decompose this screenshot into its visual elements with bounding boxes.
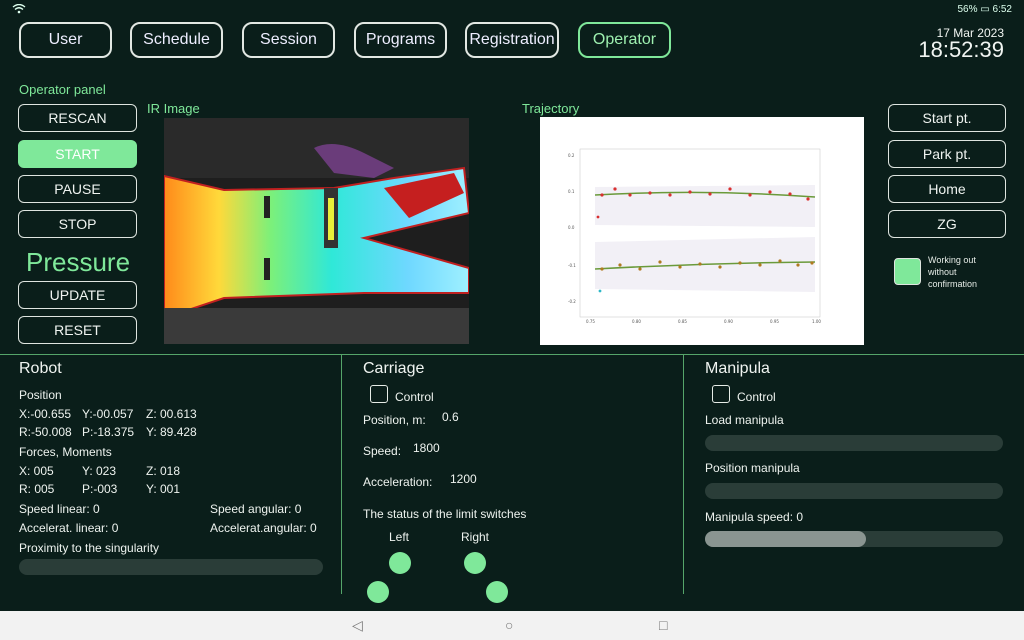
battery-icon: ▭ bbox=[980, 4, 990, 15]
divider-horizontal bbox=[0, 354, 1024, 355]
load-manipula-bar bbox=[705, 435, 1003, 451]
operator-panel-label: Operator panel bbox=[19, 82, 106, 97]
robot-yaw: Y: 89.428 bbox=[146, 425, 197, 439]
carriage-accel-value[interactable]: 1200 bbox=[450, 472, 477, 486]
svg-text:0.75: 0.75 bbox=[586, 319, 595, 324]
battery-percent: 56% bbox=[957, 4, 978, 15]
tab-session[interactable]: Session bbox=[242, 22, 335, 58]
manipula-control-label: Control bbox=[737, 390, 776, 404]
rescan-button[interactable]: RESCAN bbox=[18, 104, 137, 132]
pressure-label: Pressure bbox=[26, 247, 131, 277]
speed-angular: Speed angular: 0 bbox=[210, 502, 302, 516]
trajectory-plot: 0.2 0.1 0.0 -0.1 -0.2 0.75 0.80 0.85 0.90 0.95… bbox=[540, 117, 864, 345]
svg-text:0.90: 0.90 bbox=[724, 319, 733, 324]
manipula-speed-slider[interactable] bbox=[705, 531, 1003, 547]
svg-text:0.80: 0.80 bbox=[632, 319, 641, 324]
force-x: X: 005 bbox=[19, 464, 54, 478]
tab-schedule[interactable]: Schedule bbox=[130, 22, 223, 58]
tab-programs[interactable]: Programs bbox=[354, 22, 447, 58]
svg-text:0.95: 0.95 bbox=[770, 319, 779, 324]
carriage-speed-value[interactable]: 1800 bbox=[413, 441, 440, 455]
home-circle-icon[interactable]: ○ bbox=[505, 617, 513, 633]
tab-user[interactable]: User bbox=[19, 22, 112, 58]
moment-r: R: 005 bbox=[19, 482, 55, 496]
park-point-button[interactable]: Park pt. bbox=[888, 140, 1006, 168]
clock-time: 18:52:39 bbox=[918, 37, 1004, 62]
svg-text:-0.2: -0.2 bbox=[568, 299, 576, 304]
ir-image-label: IR Image bbox=[147, 101, 200, 116]
robot-r: R:-50.008 bbox=[19, 425, 72, 439]
forces-label: Forces, Moments bbox=[19, 445, 112, 459]
limit-left-bottom-indicator bbox=[367, 581, 389, 603]
ir-image bbox=[164, 118, 469, 344]
tab-registration[interactable]: Registration bbox=[465, 22, 559, 58]
svg-text:0.2: 0.2 bbox=[568, 153, 575, 158]
home-button[interactable]: Home bbox=[888, 175, 1006, 203]
working-out-toggle[interactable] bbox=[894, 258, 921, 285]
limit-right-bottom-indicator bbox=[486, 581, 508, 603]
carriage-speed-label: Speed: bbox=[363, 444, 402, 458]
position-manipula-label: Position manipula bbox=[705, 461, 800, 475]
accel-angular: Accelerat.angular: 0 bbox=[210, 521, 317, 535]
trajectory-label: Trajectory bbox=[522, 101, 580, 116]
robot-title: Robot bbox=[19, 360, 62, 377]
tab-operator[interactable]: Operator bbox=[578, 22, 671, 58]
limit-left-top-indicator bbox=[389, 552, 411, 574]
carriage-control-checkbox[interactable] bbox=[370, 385, 388, 403]
working-out-label: Working out without confirmation bbox=[928, 255, 978, 289]
moment-p: P:-003 bbox=[82, 482, 118, 496]
wifi-icon bbox=[12, 3, 26, 17]
limit-right-top-indicator bbox=[464, 552, 486, 574]
stop-button[interactable]: STOP bbox=[18, 210, 137, 238]
robot-p: P:-18.375 bbox=[82, 425, 135, 439]
svg-text:1.00: 1.00 bbox=[812, 319, 821, 324]
load-manipula-label: Load manipula bbox=[705, 413, 784, 427]
limit-right-label: Right bbox=[461, 530, 490, 544]
robot-x: X:-00.655 bbox=[19, 407, 72, 421]
limit-left-label: Left bbox=[389, 530, 410, 544]
start-button[interactable]: START bbox=[18, 140, 137, 168]
pause-button[interactable]: PAUSE bbox=[18, 175, 137, 203]
carriage-position-value[interactable]: 0.6 bbox=[442, 410, 459, 424]
force-y: Y: 023 bbox=[82, 464, 117, 478]
robot-z: Z: 00.613 bbox=[146, 407, 197, 421]
recents-icon[interactable]: □ bbox=[659, 617, 667, 633]
robot-position-label: Position bbox=[19, 388, 62, 402]
carriage-control-label: Control bbox=[395, 390, 434, 404]
clock: 17 Mar 2023 18:52:39 bbox=[918, 26, 1004, 62]
zg-button[interactable]: ZG bbox=[888, 210, 1006, 238]
reset-button[interactable]: RESET bbox=[18, 316, 137, 344]
force-z: Z: 018 bbox=[146, 464, 181, 478]
proximity-label: Proximity to the singularity bbox=[19, 541, 160, 555]
divider-right bbox=[683, 354, 684, 594]
proximity-bar bbox=[19, 559, 323, 575]
moment-y: Y: 001 bbox=[146, 482, 181, 496]
divider-left bbox=[341, 354, 342, 594]
limit-switches-label: The status of the limit switches bbox=[363, 507, 527, 521]
back-icon[interactable]: ◁ bbox=[352, 617, 363, 634]
robot-y: Y:-00.057 bbox=[82, 407, 134, 421]
manipula-control-checkbox[interactable] bbox=[712, 385, 730, 403]
svg-text:-0.1: -0.1 bbox=[568, 263, 576, 268]
svg-text:0.85: 0.85 bbox=[678, 319, 687, 324]
accel-linear: Accelerat. linear: 0 bbox=[19, 521, 119, 535]
status-right: 56% ▭ 6:52 bbox=[958, 4, 1013, 15]
speed-linear: Speed linear: 0 bbox=[19, 502, 100, 516]
carriage-accel-label: Acceleration: bbox=[363, 475, 433, 489]
position-manipula-bar bbox=[705, 483, 1003, 499]
status-bar: 56% ▭ 6:52 bbox=[0, 0, 1024, 20]
svg-text:0.0: 0.0 bbox=[568, 225, 575, 230]
manipula-title: Manipula bbox=[705, 360, 770, 377]
status-time: 6:52 bbox=[992, 4, 1012, 15]
start-point-button[interactable]: Start pt. bbox=[888, 104, 1006, 132]
carriage-title: Carriage bbox=[363, 360, 425, 377]
carriage-position-label: Position, m: bbox=[363, 413, 426, 427]
update-button[interactable]: UPDATE bbox=[18, 281, 137, 309]
manipula-speed-label: Manipula speed: 0 bbox=[705, 510, 804, 524]
system-nav-bar: ◁ ○ □ bbox=[0, 611, 1024, 640]
manipula-speed-fill bbox=[705, 531, 866, 547]
svg-text:0.1: 0.1 bbox=[568, 189, 575, 194]
